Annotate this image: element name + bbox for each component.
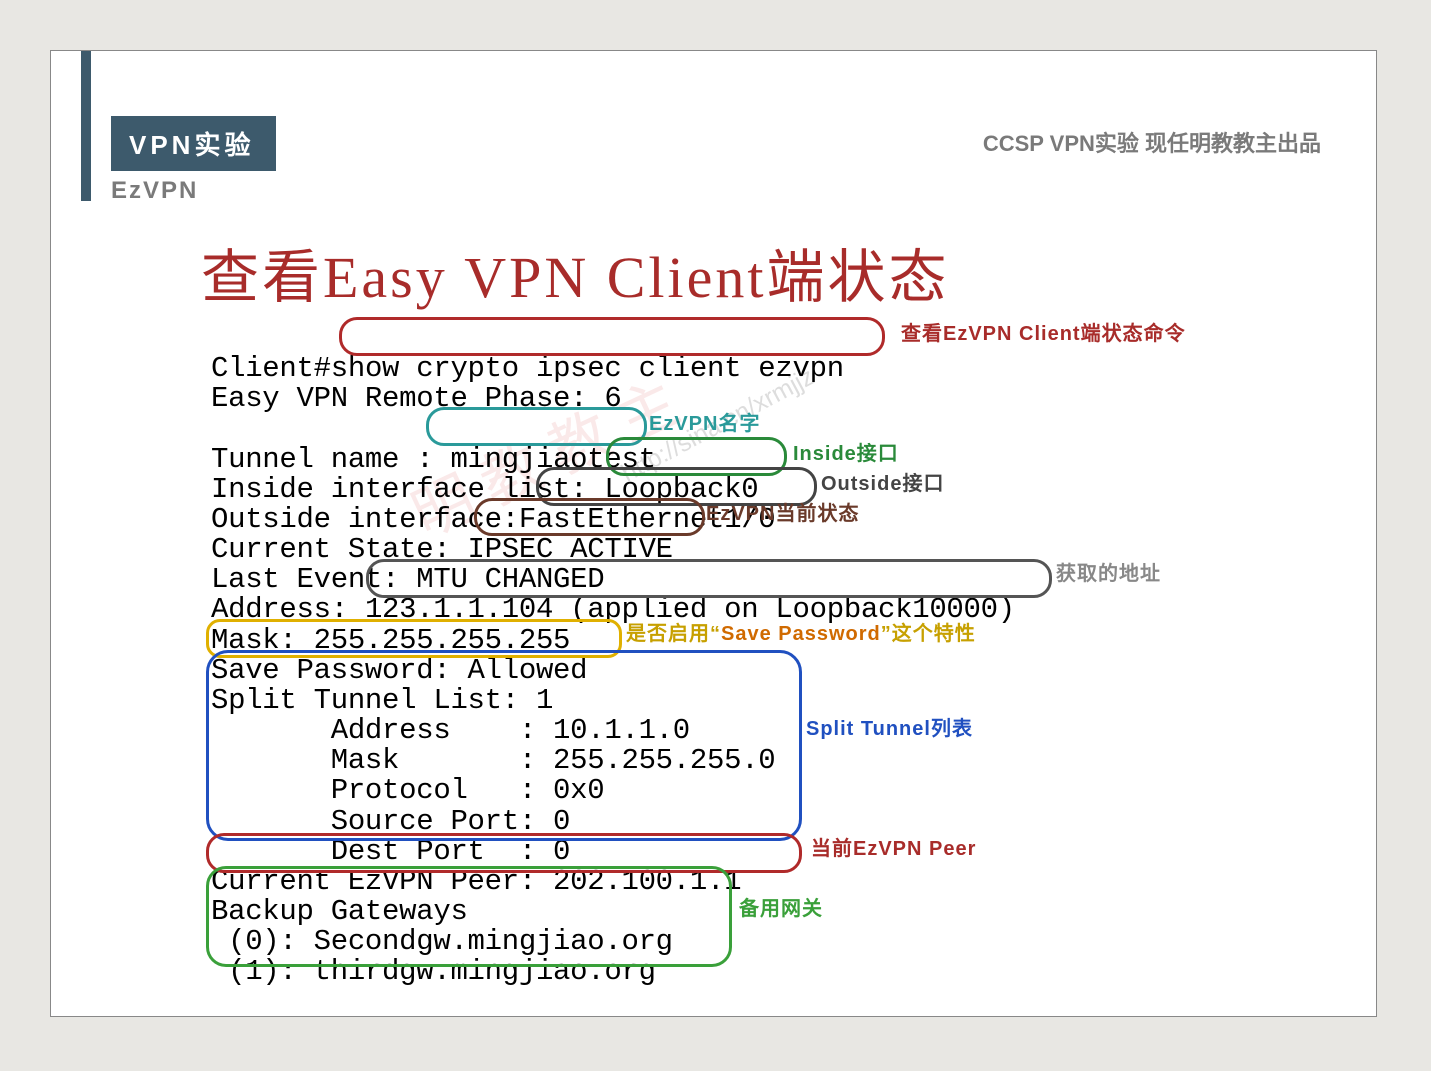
savepw: Save Password: Allowed — [211, 654, 587, 687]
split-addr: Address : 10.1.1.0 — [211, 714, 690, 747]
anno-tunnel: EzVPN名字 — [649, 414, 760, 435]
anno-savepw: 是否启用“Save Password”这个特性 — [626, 624, 976, 645]
anno-split: Split Tunnel列表 — [806, 719, 973, 740]
circle-command — [339, 317, 885, 356]
anno-inside: Inside接口 — [793, 444, 899, 465]
tunnel-value: mingjiaotest — [450, 443, 655, 476]
anno-state: EzVPN当前状态 — [706, 504, 859, 525]
header-credit: CCSP VPN实验 现任明教教主出品 — [983, 126, 1321, 158]
state-value: IPSEC ACTIVE — [468, 533, 673, 566]
addr-value: 123.1.1.104 (applied on Loopback10000) — [365, 593, 1015, 626]
split-sport: Source Port: 0 — [211, 805, 570, 838]
header-subtitle: EzVPN — [111, 177, 1376, 205]
inside-label: Inside interface list: — [211, 473, 587, 506]
anno-backup: 备用网关 — [739, 899, 823, 920]
anno-addr: 获取的地址 — [1056, 564, 1161, 585]
inside-value: Loopback0 — [604, 473, 758, 506]
mask: Mask: 255.255.255.255 — [211, 624, 570, 657]
anno-outside: Outside接口 — [821, 474, 944, 495]
split-header: Split Tunnel List: 1 — [211, 684, 553, 717]
addr-label: Address: — [211, 593, 365, 626]
line-phase: Easy VPN Remote Phase: 6 — [211, 382, 621, 415]
outside-label: Outside interface: — [211, 503, 519, 536]
header-bar — [81, 51, 91, 201]
backup0: (0): Secondgw.mingjiao.org — [211, 925, 673, 958]
tunnel-label: Tunnel name : — [211, 443, 433, 476]
backup1: (1): thirdgw.mingjiao.org — [211, 955, 656, 988]
header-title: VPN实验 — [111, 116, 276, 171]
command: show crypto ipsec client ezvpn — [331, 352, 844, 385]
prompt: Client# — [211, 352, 331, 385]
peer: Current EzVPN Peer: 202.100.1.1 — [211, 865, 741, 898]
main-title: 查看Easy VPN Client端状态 — [201, 230, 1376, 314]
split-proto: Protocol : 0x0 — [211, 774, 604, 807]
last-event: Last Event: MTU CHANGED — [211, 563, 604, 596]
split-mask: Mask : 255.255.255.0 — [211, 744, 775, 777]
header: VPN实验 EzVPN CCSP VPN实验 现任明教教主出品 — [51, 51, 1376, 205]
backup-hdr: Backup Gateways — [211, 895, 468, 928]
anno-command: 查看EzVPN Client端状态命令 — [901, 324, 1186, 345]
state-label: Current State: — [211, 533, 468, 566]
split-dport: Dest Port : 0 — [211, 835, 570, 868]
terminal-output: Client#show crypto ipsec client ezvpn Ea… — [211, 324, 1376, 1017]
anno-peer: 当前EzVPN Peer — [811, 839, 976, 860]
slide: VPN实验 EzVPN CCSP VPN实验 现任明教教主出品 查看Easy V… — [50, 50, 1377, 1017]
